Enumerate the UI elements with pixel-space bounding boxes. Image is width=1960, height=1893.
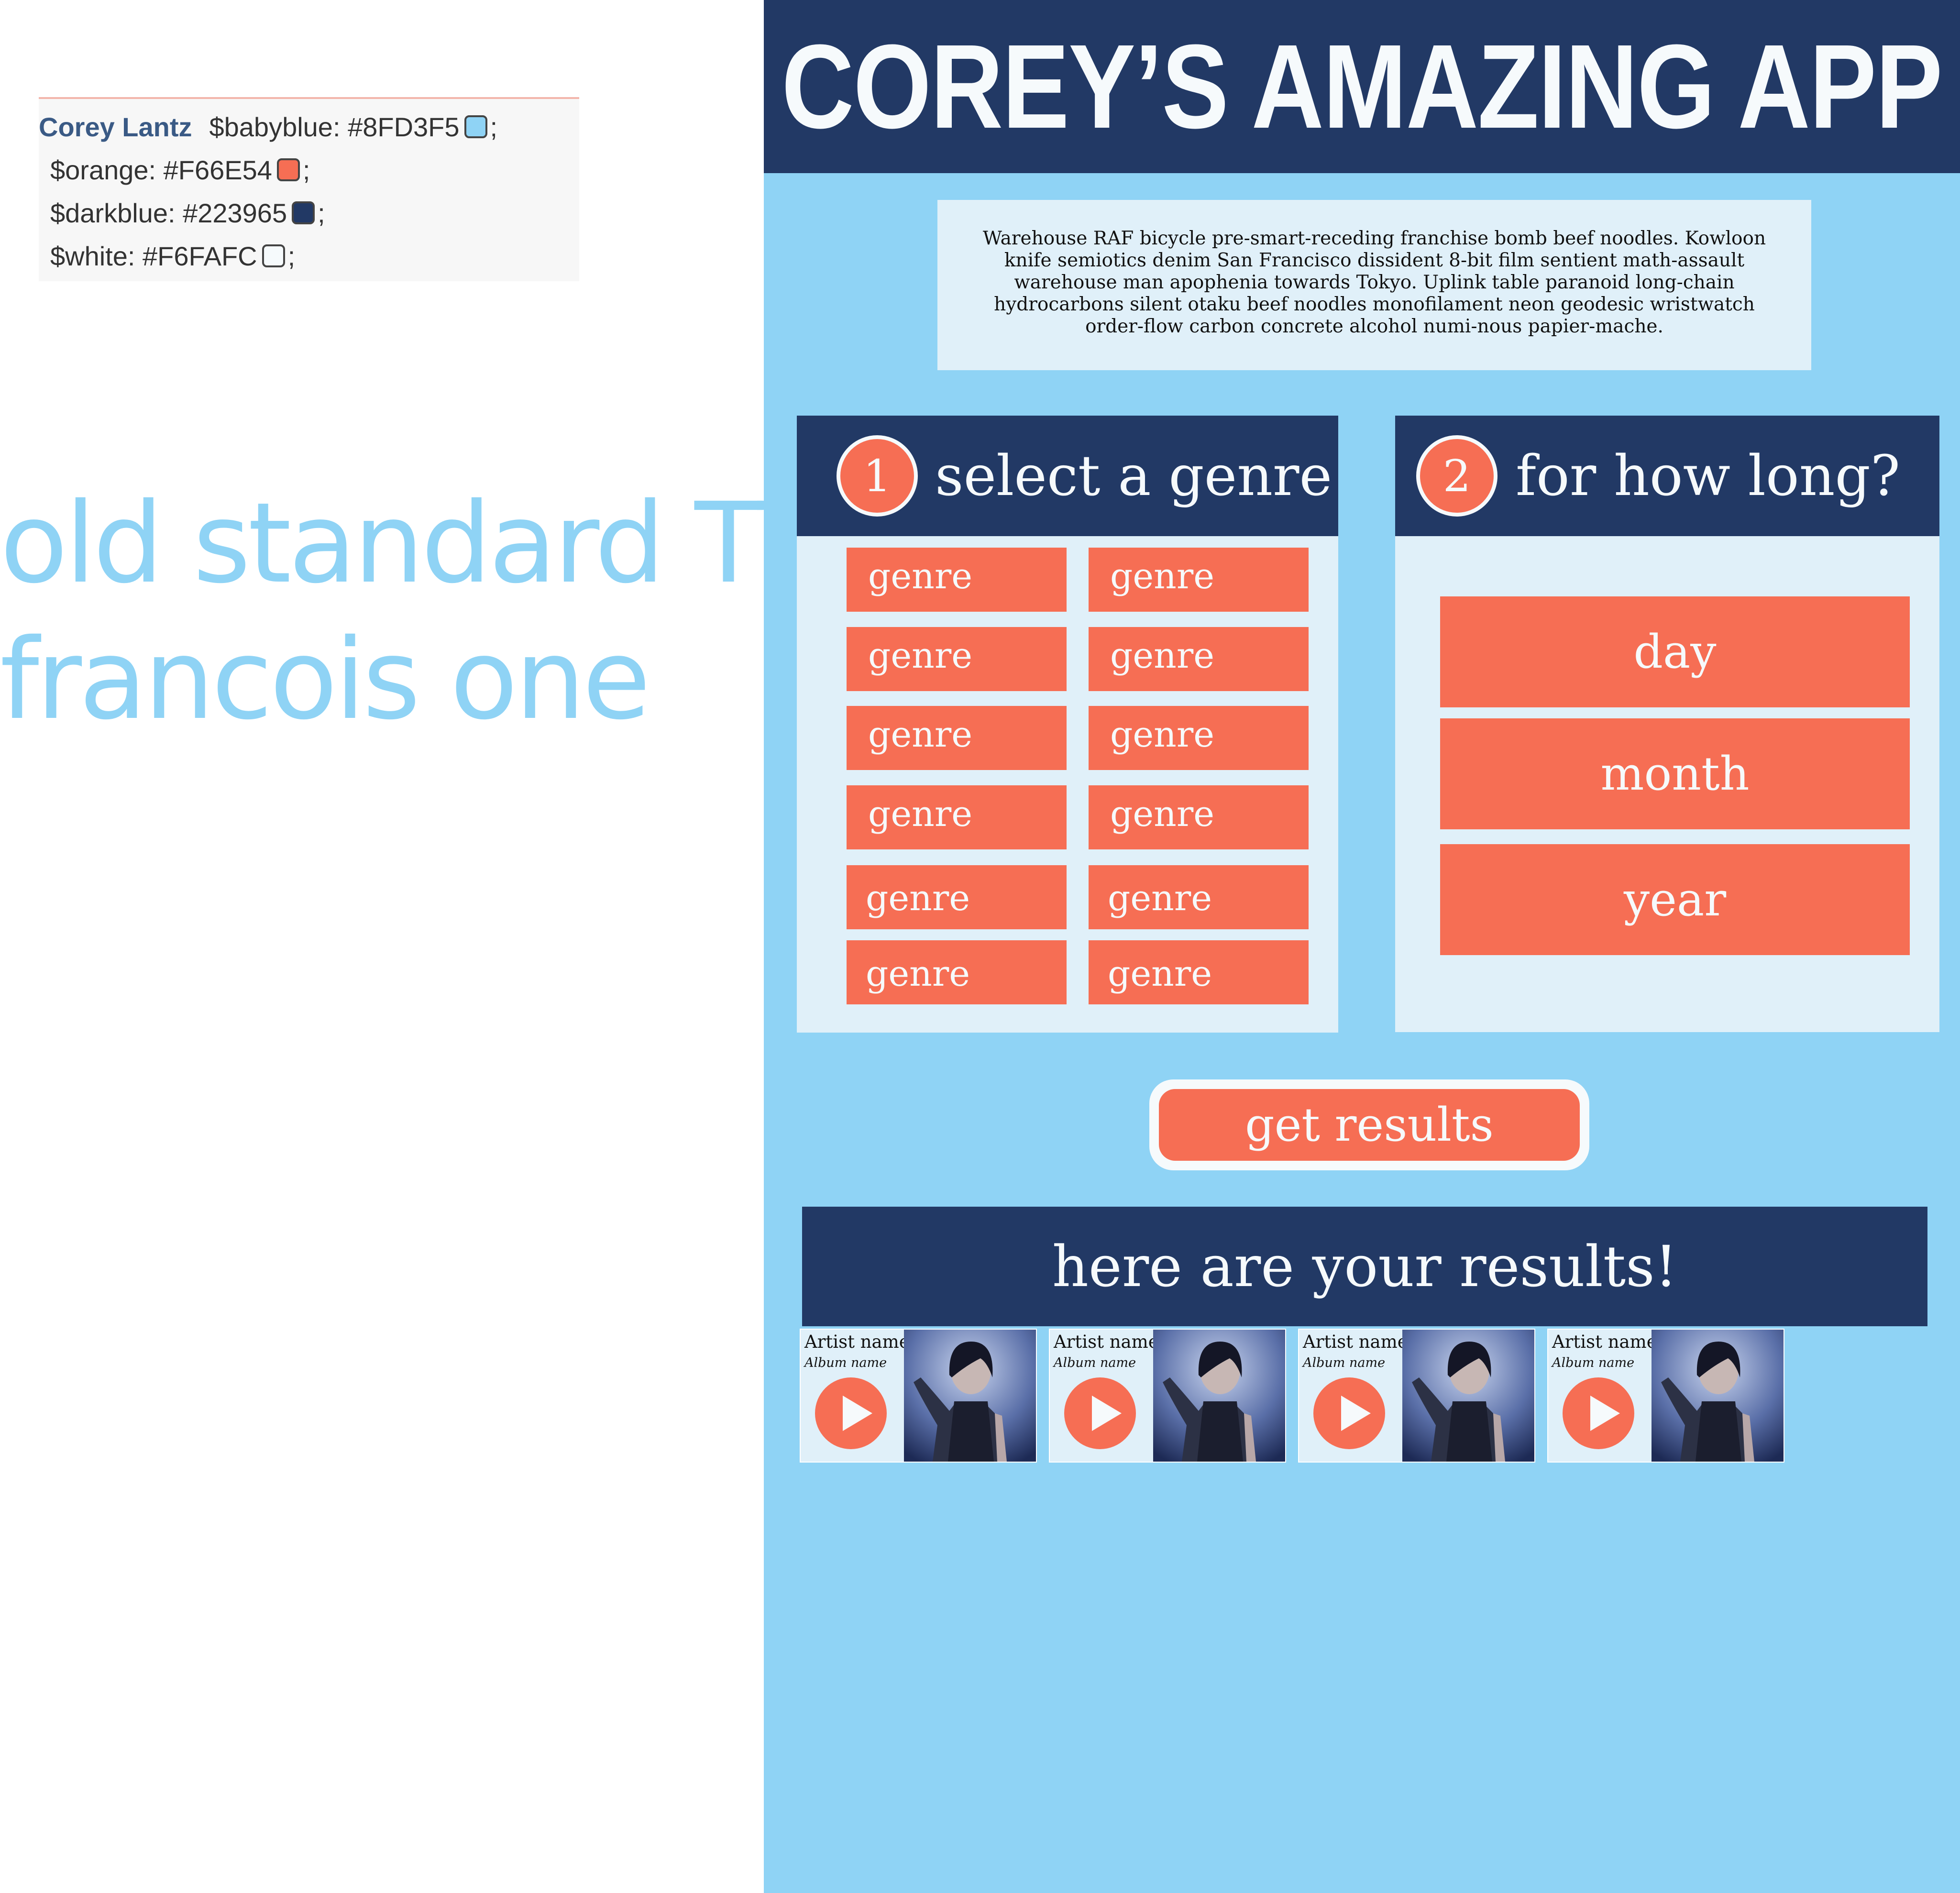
result-card: Artist name Album name	[1547, 1329, 1784, 1463]
duration-year-button[interactable]: year	[1440, 844, 1910, 955]
album-cover-image	[904, 1330, 1036, 1462]
album-cover-image	[1153, 1330, 1285, 1462]
result-card: Artist name Album name	[800, 1329, 1037, 1463]
genre-panel-header: 1 select a genre	[797, 416, 1338, 536]
play-icon[interactable]	[1313, 1377, 1385, 1449]
color-swatch-darkblue	[292, 201, 315, 224]
font-note-francois-one: francois one	[0, 615, 651, 744]
palette-row-babyblue: Corey Lantz $babyblue: #8FD3F5 ;	[39, 108, 498, 146]
genre-button[interactable]: genre	[1089, 627, 1309, 691]
play-icon[interactable]	[815, 1377, 887, 1449]
duration-panel-header: 2 for how long?	[1395, 416, 1939, 536]
result-card: Artist name Album name	[1298, 1329, 1535, 1463]
duration-panel-title: for how long?	[1516, 443, 1900, 508]
genre-button[interactable]: genre	[847, 785, 1067, 849]
genre-button[interactable]: genre	[1089, 940, 1309, 1004]
app-header: COREY’S AMAZING APP	[764, 0, 1960, 173]
app-mockup: COREY’S AMAZING APP Warehouse RAF bicycl…	[764, 0, 1960, 1893]
album-cover-image	[1402, 1330, 1534, 1462]
artist-name: Artist name	[804, 1332, 910, 1352]
step-number-2: 2	[1416, 435, 1498, 517]
album-cover-image	[1652, 1330, 1784, 1462]
author-name: Corey Lantz	[39, 111, 192, 142]
genre-button[interactable]: genre	[847, 548, 1067, 612]
result-card: Artist name Album name	[1049, 1329, 1286, 1463]
palette-label: $babyblue: #8FD3F5	[209, 111, 460, 142]
album-name: Album name	[1552, 1355, 1635, 1370]
results-heading-text: here are your results!	[1052, 1233, 1678, 1299]
genre-panel-title: select a genre	[935, 443, 1332, 508]
album-name: Album name	[804, 1355, 887, 1370]
album-cover-art	[1402, 1330, 1534, 1462]
genre-button[interactable]: genre	[847, 706, 1067, 770]
palette-row-darkblue: $darkblue: #223965 ;	[50, 194, 325, 232]
get-results-button[interactable]: get results	[1159, 1089, 1580, 1161]
palette-label: $darkblue: #223965	[50, 198, 287, 228]
color-swatch-orange	[276, 158, 300, 181]
album-cover-art	[1153, 1330, 1285, 1462]
genre-button[interactable]: genre	[847, 865, 1067, 929]
album-name: Album name	[1303, 1355, 1386, 1370]
app-title: COREY’S AMAZING APP	[782, 20, 1943, 153]
duration-month-button[interactable]: month	[1440, 718, 1910, 829]
intro-text: Warehouse RAF bicycle pre-smart-receding…	[937, 200, 1811, 370]
color-swatch-white	[262, 244, 285, 267]
semicolon: ;	[490, 111, 498, 142]
artist-name: Artist name	[1552, 1332, 1657, 1352]
genre-panel: genre genre genre genre genre genre genr…	[797, 536, 1338, 1033]
palette-row-orange: $orange: #F66E54 ;	[50, 151, 310, 189]
play-icon[interactable]	[1064, 1377, 1136, 1449]
album-cover-art	[1652, 1330, 1784, 1462]
artist-name: Artist name	[1054, 1332, 1159, 1352]
get-results-button-frame: get results	[1149, 1079, 1589, 1170]
genre-button[interactable]: genre	[847, 627, 1067, 691]
artist-name: Artist name	[1303, 1332, 1408, 1352]
semicolon: ;	[287, 241, 296, 271]
step-number-1: 1	[837, 435, 918, 517]
duration-panel: day month year	[1395, 536, 1939, 1032]
font-note-old-standard: old standard TT	[0, 479, 826, 608]
palette-label: $white: #F6FAFC	[50, 241, 257, 271]
genre-button[interactable]: genre	[1089, 548, 1309, 612]
palette-row-white: $white: #F6FAFC ;	[50, 237, 295, 275]
play-icon[interactable]	[1563, 1377, 1634, 1449]
genre-button[interactable]: genre	[1089, 706, 1309, 770]
genre-button[interactable]: genre	[1089, 865, 1309, 929]
genre-button[interactable]: genre	[847, 940, 1067, 1004]
genre-button[interactable]: genre	[1089, 785, 1309, 849]
semicolon: ;	[318, 198, 325, 228]
color-swatch-babyblue	[464, 115, 487, 138]
album-name: Album name	[1054, 1355, 1136, 1370]
palette-notes: Corey Lantz $babyblue: #8FD3F5 ; $orange…	[39, 97, 579, 281]
duration-day-button[interactable]: day	[1440, 596, 1910, 707]
album-cover-art	[904, 1330, 1036, 1462]
semicolon: ;	[302, 154, 310, 185]
palette-label: $orange: #F66E54	[50, 154, 272, 185]
results-heading: here are your results!	[802, 1207, 1927, 1326]
